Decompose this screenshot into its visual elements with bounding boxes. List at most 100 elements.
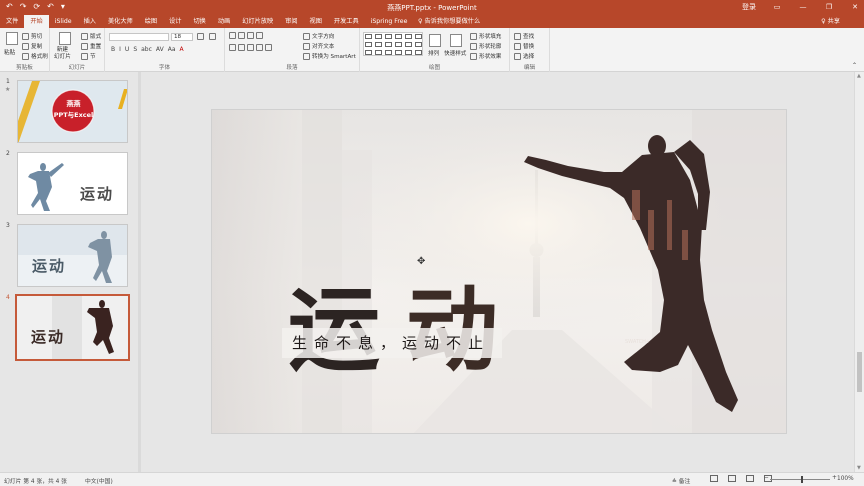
arrange-button[interactable]: 排列 <box>428 49 439 57</box>
bold-button[interactable]: B <box>111 46 115 53</box>
tab-design[interactable]: 设计 <box>163 15 187 28</box>
quick-styles-button[interactable]: 快速样式 <box>444 49 466 57</box>
copy-label: 复制 <box>31 44 43 50</box>
minimize-icon[interactable]: — <box>798 3 808 11</box>
notes-button[interactable]: ≙ 备注 <box>672 476 690 485</box>
zoom-level[interactable]: 100% <box>837 476 854 482</box>
char-spacing-button[interactable]: AV <box>156 46 164 53</box>
strikethrough-button[interactable]: abc <box>141 46 152 53</box>
shape-outline-button[interactable]: 形状轮廓 <box>470 42 501 50</box>
text-direction-button[interactable]: 文字方向 <box>303 32 334 40</box>
slide-thumbnail-2[interactable]: 运动 <box>17 152 128 215</box>
thumb1-title: 燕燕 <box>66 100 81 108</box>
text-direction-label: 文字方向 <box>312 34 335 40</box>
clipboard-group: 粘贴 剪切 复制 格式刷 剪贴板 <box>0 28 50 72</box>
cut-button[interactable]: 剪切 <box>22 32 42 40</box>
shirt-brand-text: SWATCH+ <box>625 339 651 345</box>
align-text-label: 对齐文本 <box>312 44 335 50</box>
tab-insert[interactable]: 插入 <box>78 15 102 28</box>
replace-button[interactable]: 替换 <box>514 42 534 50</box>
shape-effects-button[interactable]: 形状效果 <box>470 52 501 60</box>
normal-view-icon[interactable] <box>710 475 718 482</box>
bullets-button[interactable] <box>229 32 263 39</box>
bullets-icon <box>229 32 236 39</box>
tab-review[interactable]: 审阅 <box>279 15 303 28</box>
format-painter-button[interactable]: 格式刷 <box>22 52 48 60</box>
share-button[interactable]: ♀ 共享 <box>821 15 840 28</box>
reset-icon <box>81 42 88 50</box>
scroll-up-icon[interactable]: ▲ <box>857 73 861 79</box>
slide-thumbnail-1[interactable]: 燕燕 PPT与Excel <box>17 80 128 143</box>
tab-animations[interactable]: 动画 <box>212 15 236 28</box>
slide-thumbnail-3[interactable]: 运动 <box>17 224 128 287</box>
thumb2-text: 运动 <box>80 185 115 203</box>
section-button[interactable]: 节 <box>81 52 96 60</box>
underline-button[interactable]: U <box>125 46 129 53</box>
reading-view-icon[interactable] <box>746 475 754 482</box>
tab-draw[interactable]: 绘图 <box>139 15 163 28</box>
language-indicator[interactable]: 中文(中国) <box>85 476 113 485</box>
tell-me-search[interactable]: ♀ 告诉我你想要做什么 <box>418 15 480 28</box>
slide-sorter-icon[interactable] <box>728 475 736 482</box>
quick-styles-icon[interactable] <box>450 34 462 47</box>
title-bar: ↶ ↷ ⟳ ↶ ▾ 燕燕PPT.pptx - PowerPoint 登录 ▭ —… <box>0 0 864 15</box>
tab-slideshow[interactable]: 幻灯片放映 <box>236 15 279 28</box>
layout-button[interactable]: 版式 <box>81 32 101 40</box>
ribbon-display-icon[interactable]: ▭ <box>772 3 782 11</box>
thumb3-text: 运动 <box>32 257 67 275</box>
zoom-slider[interactable] <box>770 479 830 480</box>
grow-font-button[interactable] <box>197 33 204 40</box>
copy-button[interactable]: 复制 <box>22 42 42 50</box>
shrink-font-button[interactable] <box>209 33 216 40</box>
shape-fill-button[interactable]: 形状填充 <box>470 32 501 40</box>
align-buttons[interactable] <box>229 44 272 51</box>
new-slide-icon[interactable] <box>59 32 71 45</box>
tab-ispring[interactable]: iSpring Free <box>365 15 414 28</box>
paste-icon[interactable] <box>6 32 18 45</box>
tab-meihua[interactable]: 美化大师 <box>102 15 139 28</box>
tab-islide[interactable]: iSlide <box>49 15 78 28</box>
new-slide-button[interactable]: 新建 幻灯片 <box>54 47 71 61</box>
smartart-icon <box>303 52 310 60</box>
zoom-slider-knob[interactable] <box>801 476 803 483</box>
section-label: 节 <box>90 54 96 60</box>
restore-icon[interactable]: ❐ <box>824 3 834 11</box>
font-name-field[interactable] <box>109 33 169 41</box>
login-link[interactable]: 登录 <box>742 2 756 12</box>
scroll-thumb[interactable] <box>857 352 862 392</box>
find-button[interactable]: 查找 <box>514 32 534 40</box>
tab-home[interactable]: 开始 <box>24 15 49 28</box>
font-size-field[interactable]: 18 <box>171 33 193 41</box>
reset-label: 重置 <box>90 44 102 50</box>
arrange-icon[interactable] <box>429 34 441 47</box>
current-slide[interactable]: 运 动 生命不息，运动不止 SWATCH+ ✥ <box>211 109 787 434</box>
select-button[interactable]: 选择 <box>514 52 534 60</box>
clipboard-label: 剪贴板 <box>16 65 33 71</box>
shadow-button[interactable]: S <box>133 46 137 53</box>
slide-subtitle[interactable]: 生命不息，运动不止 <box>292 332 490 353</box>
tab-view[interactable]: 视图 <box>304 15 328 28</box>
vertical-scrollbar[interactable]: ▲ ▼ <box>854 72 864 472</box>
tab-transitions[interactable]: 切换 <box>187 15 211 28</box>
collapse-ribbon-icon[interactable]: ⌃ <box>852 62 857 69</box>
font-color-button[interactable]: A <box>180 46 184 53</box>
window-title: 燕燕PPT.pptx - PowerPoint <box>387 4 477 12</box>
slides-label: 幻灯片 <box>68 65 86 71</box>
shapes-gallery[interactable] <box>363 32 423 56</box>
select-label: 选择 <box>523 54 535 60</box>
paste-button[interactable]: 粘贴 <box>4 48 15 56</box>
scroll-down-icon[interactable]: ▼ <box>857 465 861 471</box>
editing-label: 编辑 <box>523 65 536 71</box>
shrink-font-icon <box>209 33 216 40</box>
italic-button[interactable]: I <box>119 46 121 53</box>
change-case-button[interactable]: Aa <box>168 46 176 53</box>
close-icon[interactable]: ✕ <box>850 3 860 11</box>
tab-developer[interactable]: 开发工具 <box>328 15 365 28</box>
slide-thumbnail-4[interactable]: 运动 <box>15 294 130 361</box>
copy-icon <box>22 42 29 50</box>
zoom-out-icon[interactable]: − <box>764 475 769 481</box>
tab-file[interactable]: 文件 <box>0 15 24 28</box>
smartart-button[interactable]: 转换为 SmartArt <box>303 52 356 60</box>
reset-button[interactable]: 重置 <box>81 42 101 50</box>
align-text-button[interactable]: 对齐文本 <box>303 42 334 50</box>
